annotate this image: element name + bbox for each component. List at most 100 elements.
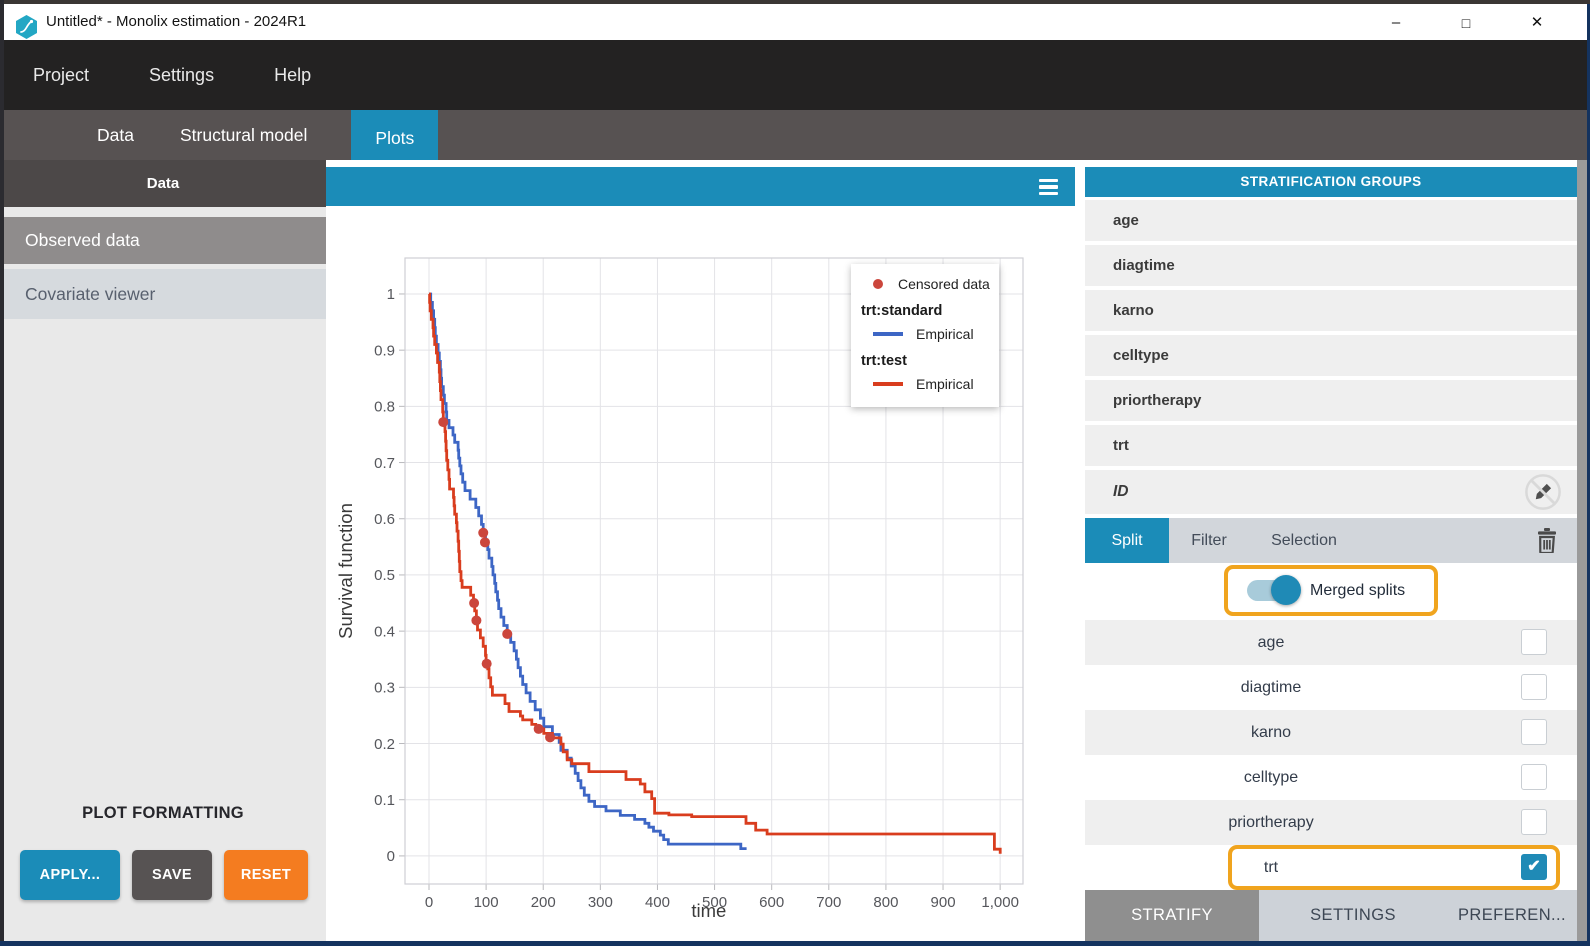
bottom-tab-settings[interactable]: SETTINGS [1259, 890, 1447, 941]
split-option-label: celltype [1085, 755, 1457, 800]
stratify-mode-bar: SplitFilterSelection [1085, 518, 1577, 563]
hamburger-menu-icon[interactable] [1039, 179, 1058, 195]
x-tick-label: 900 [931, 894, 956, 911]
tab-structural-model[interactable]: Structural model [178, 110, 309, 160]
legend-group-name: trt:test [861, 353, 991, 369]
split-checkbox-age[interactable] [1521, 629, 1547, 655]
x-tick-label: 1,000 [981, 894, 1019, 911]
split-checkbox-karno[interactable] [1521, 719, 1547, 745]
plot-formatting-buttons: APPLY...SAVERESET [20, 850, 308, 900]
window-bottom-edge [0, 941, 1590, 946]
split-checkbox-celltype[interactable] [1521, 764, 1547, 790]
vertical-scrollbar[interactable] [1577, 160, 1587, 941]
y-axis-label: Survival function [335, 503, 356, 639]
mode-tab-selection[interactable]: Selection [1249, 518, 1359, 563]
split-option-row-celltype: celltype [1085, 755, 1577, 800]
save-button[interactable]: SAVE [132, 850, 212, 900]
censored-point [469, 598, 479, 608]
censored-point [471, 615, 481, 625]
split-option-row-age: age [1085, 620, 1577, 665]
stratification-group-row-karno[interactable]: karno [1085, 290, 1577, 331]
menu-items: Project Settings Help [33, 40, 311, 110]
censored-dot-icon [873, 279, 883, 289]
x-tick-label: 800 [873, 894, 898, 911]
split-option-row-trt: trt✔ [1085, 845, 1577, 890]
legend-series-item: Empirical [859, 373, 991, 395]
legend-line-swatch [873, 382, 903, 386]
legend-group-name: trt:standard [861, 303, 991, 319]
sidebar-item-covariate-viewer[interactable]: Covariate viewer [0, 269, 326, 319]
menu-item-settings[interactable]: Settings [149, 65, 214, 86]
stratification-group-row-celltype[interactable]: celltype [1085, 335, 1577, 376]
x-tick-label: 700 [816, 894, 841, 911]
maximize-button[interactable]: □ [1449, 8, 1483, 38]
plot-formatting-title: PLOT FORMATTING [0, 804, 326, 823]
stratification-header: STRATIFICATION GROUPS [1085, 167, 1577, 197]
censored-point [478, 528, 488, 538]
split-option-row-diagtime: diagtime [1085, 665, 1577, 710]
split-checkbox-diagtime[interactable] [1521, 674, 1547, 700]
bottom-tab-preferen[interactable]: PREFEREN... [1447, 890, 1577, 941]
delete-icon[interactable] [1537, 528, 1557, 553]
menu-bar: Project Settings Help [0, 40, 1590, 110]
stratification-group-row-id[interactable]: ID [1085, 470, 1577, 514]
legend-series-label: Empirical [916, 376, 974, 392]
split-option-label: priortherapy [1085, 800, 1457, 845]
stratification-group-row-diagtime[interactable]: diagtime [1085, 245, 1577, 286]
split-option-highlight [1228, 845, 1560, 890]
y-tick-label: 0.7 [374, 455, 395, 472]
x-tick-label: 400 [645, 894, 670, 911]
nav-tab-bar: DataStructural modelPlots [0, 110, 1590, 160]
stratification-group-row-age[interactable]: age [1085, 200, 1577, 241]
split-option-row-karno: karno [1085, 710, 1577, 755]
merged-splits-row: Merged splits [1085, 563, 1577, 618]
split-option-label: age [1085, 620, 1457, 665]
chart-legend: Censored data trt:standard Empirical trt:te… [851, 264, 999, 407]
panel-bottom-tabs: STRATIFYSETTINGSPREFEREN... [1085, 890, 1577, 941]
bottom-tab-stratify[interactable]: STRATIFY [1085, 890, 1259, 941]
split-option-label: karno [1085, 710, 1457, 755]
censored-point [534, 724, 544, 734]
mode-tab-filter[interactable]: Filter [1169, 518, 1249, 563]
merged-splits-highlight [1224, 565, 1438, 616]
minimize-button[interactable]: – [1379, 8, 1413, 38]
y-tick-label: 0.8 [374, 399, 395, 416]
censored-point [438, 417, 448, 427]
y-tick-label: 0.5 [374, 567, 395, 584]
x-tick-label: 0 [425, 894, 433, 911]
close-button[interactable]: ✕ [1520, 8, 1554, 38]
apply-button[interactable]: APPLY... [20, 850, 120, 900]
y-tick-label: 0.2 [374, 736, 395, 753]
x-tick-label: 300 [588, 894, 613, 911]
y-tick-label: 1 [387, 286, 395, 303]
window-title: Untitled* - Monolix estimation - 2024R1 [46, 4, 306, 40]
split-option-label: diagtime [1085, 665, 1457, 710]
y-tick-label: 0 [387, 848, 395, 865]
legend-line-swatch [873, 332, 903, 336]
x-tick-label: 600 [759, 894, 784, 911]
nav-tabs: DataStructural modelPlots [95, 110, 438, 160]
menu-item-project[interactable]: Project [33, 65, 89, 86]
legend-censored-item: Censored data [859, 273, 991, 295]
legend-series-label: Empirical [916, 326, 974, 342]
tab-plots[interactable]: Plots [351, 110, 438, 167]
stratification-group-row-priortherapy[interactable]: priortherapy [1085, 380, 1577, 421]
tab-data[interactable]: Data [95, 110, 136, 160]
censored-point [482, 659, 492, 669]
no-edit-icon[interactable] [1524, 473, 1562, 511]
censored-point [545, 732, 555, 742]
sidebar-item-observed-data[interactable]: Observed data [0, 217, 326, 264]
censored-point [480, 537, 490, 547]
mode-tab-split[interactable]: Split [1085, 518, 1169, 563]
reset-button[interactable]: RESET [224, 850, 308, 900]
stratification-groups-list: agediagtimekarnocelltypepriortherapytrtI… [1085, 200, 1577, 514]
menu-item-help[interactable]: Help [274, 65, 311, 86]
y-tick-label: 0.4 [374, 623, 395, 640]
sidebar-header: Data [0, 160, 326, 207]
y-tick-label: 0.6 [374, 511, 395, 528]
title-bar: Untitled* - Monolix estimation - 2024R1 … [0, 4, 1590, 40]
stratification-group-row-trt[interactable]: trt [1085, 425, 1577, 466]
censored-point [502, 629, 512, 639]
window-left-edge [0, 0, 4, 946]
split-checkbox-priortherapy[interactable] [1521, 809, 1547, 835]
